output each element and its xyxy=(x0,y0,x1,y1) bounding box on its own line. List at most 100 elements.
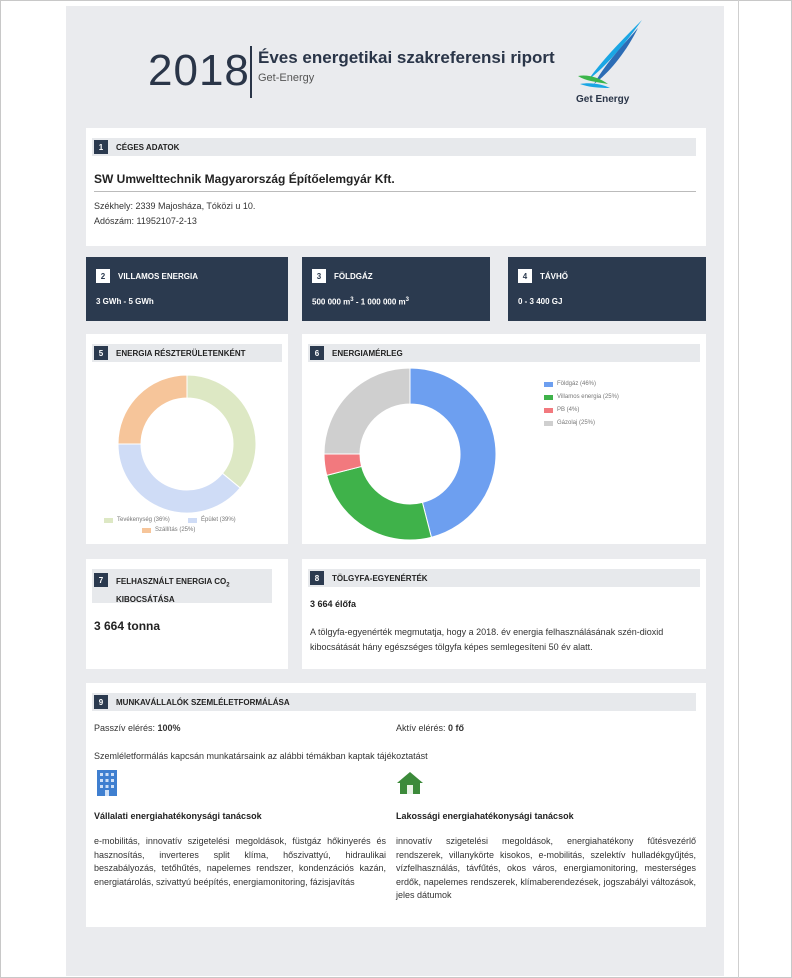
section-title: MUNKAVÁLLALÓK SZEMLÉLETFORMÁLÁSA xyxy=(116,697,290,707)
energy-balance-card: 6 ENERGIAMÉRLEG Földgáz (46%) Villamos e… xyxy=(302,334,706,544)
section-number: 9 xyxy=(94,695,108,709)
gas-max: - 1 000 000 m xyxy=(353,297,406,307)
report-year: 2018 xyxy=(148,46,250,95)
awareness-intro: Szemléletformálás kapcsán munkatársaink … xyxy=(94,751,428,761)
oak-description: A tölgyfa-egyenérték megmutatja, hogy a … xyxy=(310,627,664,652)
electricity-card: 2 VILLAMOS ENERGIA 3 GWh - 5 GWh xyxy=(86,257,288,321)
section-number: 2 xyxy=(96,269,110,283)
legend-item: Tevékenység (36%) xyxy=(104,517,170,523)
corporate-tips-title: Vállalati energiahatékonysági tanácsok xyxy=(94,811,262,821)
report-title: Éves energetikai szakreferensi riport xyxy=(258,48,555,67)
gas-unit-sup: 3 xyxy=(405,297,409,303)
natural-gas-value: 500 000 m3 - 1 000 000 m3 xyxy=(312,297,409,307)
legend-label: Földgáz (46%) xyxy=(557,381,597,387)
section-title: ENERGIA RÉSZTERÜLETENKÉNT xyxy=(116,348,246,358)
legend-label: Gázolaj (25%) xyxy=(557,420,596,426)
district-heating-value: 0 - 3 400 GJ xyxy=(518,297,563,306)
active-label: Aktív elérés: xyxy=(396,723,449,733)
report-subtitle: Get-Energy xyxy=(258,72,315,84)
passive-value: 100% xyxy=(157,723,181,733)
oak-value: 3 664 élőfa xyxy=(310,599,357,609)
section-title: VILLAMOS ENERGIA xyxy=(118,271,199,281)
pie-slice-épület xyxy=(117,443,241,514)
oak-equivalent-card: 8 TÖLGYFA-EGYENÉRTÉK 3 664 élőfa A tölgy… xyxy=(302,559,706,669)
legend-label: PB (4%) xyxy=(557,407,580,413)
natural-gas-card: 3 FÖLDGÁZ 500 000 m3 - 1 000 000 m3 xyxy=(302,257,490,321)
legend-item: Földgáz (46%) xyxy=(544,381,596,387)
office-building-icon xyxy=(97,770,117,796)
section-header: 5 ENERGIA RÉSZTERÜLETENKÉNT xyxy=(92,344,282,362)
section-header: 2 VILLAMOS ENERGIA xyxy=(94,267,284,285)
passive-reach: Passzív elérés: 100% xyxy=(94,723,181,733)
corporate-tips-text: e-mobilitás, innovatív szigetelési megol… xyxy=(94,836,386,887)
legend-label: Épület (39%) xyxy=(201,517,236,523)
section-header: 6 ENERGIAMÉRLEG xyxy=(308,344,700,362)
legend-item: Szállítás (25%) xyxy=(142,527,195,533)
co2-emission-card: 7 FELHASZNÁLT ENERGIA CO2 KIBOCSÁTÁSA 3 6… xyxy=(86,559,288,669)
logo-text: Get Energy xyxy=(576,94,630,105)
section-header: 7 FELHASZNÁLT ENERGIA CO2 KIBOCSÁTÁSA xyxy=(92,569,272,604)
pie-slice-gázolaj xyxy=(323,368,411,455)
section-number: 3 xyxy=(312,269,326,283)
section-header: 3 FÖLDGÁZ xyxy=(310,267,486,285)
legend-label: Szállítás (25%) xyxy=(155,527,196,533)
electricity-value: 3 GWh - 5 GWh xyxy=(96,297,154,306)
household-tips-text: innovatív szigetelési megoldások, energi… xyxy=(396,836,696,900)
header-divider xyxy=(250,46,252,98)
company-data-card: 1 CÉGES ADATOK SW Umwelttechnik Magyaror… xyxy=(86,128,706,246)
legend-item: Gázolaj (25%) xyxy=(544,420,595,426)
co2-value: 3 664 tonna xyxy=(94,619,161,633)
household-tips-title: Lakossági energiahatékonysági tanácsok xyxy=(396,811,574,821)
gas-min: 500 000 m xyxy=(312,297,351,307)
legend-swatch xyxy=(142,527,151,533)
section-title: ENERGIAMÉRLEG xyxy=(332,348,403,358)
legend-swatch xyxy=(544,420,553,426)
active-value: 0 fő xyxy=(448,723,465,733)
legend-item: PB (4%) xyxy=(544,407,579,413)
pie-slice-tevékenység xyxy=(186,374,257,489)
pie-slice-villamos-energia xyxy=(326,465,432,540)
legend-swatch xyxy=(104,517,113,523)
section-title: TÖLGYFA-EGYENÉRTÉK xyxy=(332,573,428,583)
legend-swatch xyxy=(544,407,553,413)
title-part: KIBOCSÁTÁSA xyxy=(116,594,175,604)
section-number: 5 xyxy=(94,346,108,360)
section-title: FELHASZNÁLT ENERGIA CO2 KIBOCSÁTÁSA xyxy=(116,575,230,607)
report-page: 2018 Éves energetikai szakreferensi ripo… xyxy=(66,6,724,976)
section-header: 8 TÖLGYFA-EGYENÉRTÉK xyxy=(308,569,700,587)
company-address: Székhely: 2339 Majosháza, Tóközi u 10. xyxy=(94,201,256,211)
legend-label: Tevékenység (36%) xyxy=(117,517,170,523)
section-title: TÁVHŐ xyxy=(540,271,568,281)
company-name: SW Umwelttechnik Magyarország Építőelemg… xyxy=(94,172,395,186)
house-icon xyxy=(397,772,423,794)
section-title: FÖLDGÁZ xyxy=(334,271,373,281)
company-tax-number: Adószám: 11952107-2-13 xyxy=(94,216,197,226)
section-number: 4 xyxy=(518,269,532,283)
divider xyxy=(94,191,696,192)
section-number: 1 xyxy=(94,140,108,154)
legend-label: Villamos energia (25%) xyxy=(557,394,619,400)
section-header: 1 CÉGES ADATOK xyxy=(92,138,696,156)
legend-item: Épület (39%) xyxy=(188,517,236,523)
legend-swatch xyxy=(188,517,197,523)
title-part: FELHASZNÁLT ENERGIA CO xyxy=(116,577,227,586)
section-header: 9 MUNKAVÁLLALÓK SZEMLÉLETFORMÁLÁSA xyxy=(92,693,696,711)
legend-swatch xyxy=(544,381,553,387)
energy-balance-chart xyxy=(323,368,497,540)
section-number: 7 xyxy=(94,573,108,587)
title-subscript: 2 xyxy=(226,582,230,589)
section-number: 8 xyxy=(310,571,324,585)
district-heating-card: 4 TÁVHŐ 0 - 3 400 GJ xyxy=(508,257,706,321)
energy-by-area-chart xyxy=(117,374,257,514)
section-header: 4 TÁVHŐ xyxy=(516,267,702,285)
page-edge-line xyxy=(738,0,739,978)
legend-swatch xyxy=(544,394,553,400)
report-header: 2018 Éves energetikai szakreferensi ripo… xyxy=(66,6,724,114)
legend-item: Villamos energia (25%) xyxy=(544,394,619,400)
energy-by-area-card: 5 ENERGIA RÉSZTERÜLETENKÉNT Tevékenység … xyxy=(86,334,288,544)
active-reach: Aktív elérés: 0 fő xyxy=(396,723,464,733)
employee-awareness-card: 9 MUNKAVÁLLALÓK SZEMLÉLETFORMÁLÁSA Passz… xyxy=(86,683,706,927)
pie-slice-szállítás xyxy=(117,374,188,445)
passive-label: Passzív elérés: xyxy=(94,723,158,733)
section-number: 6 xyxy=(310,346,324,360)
